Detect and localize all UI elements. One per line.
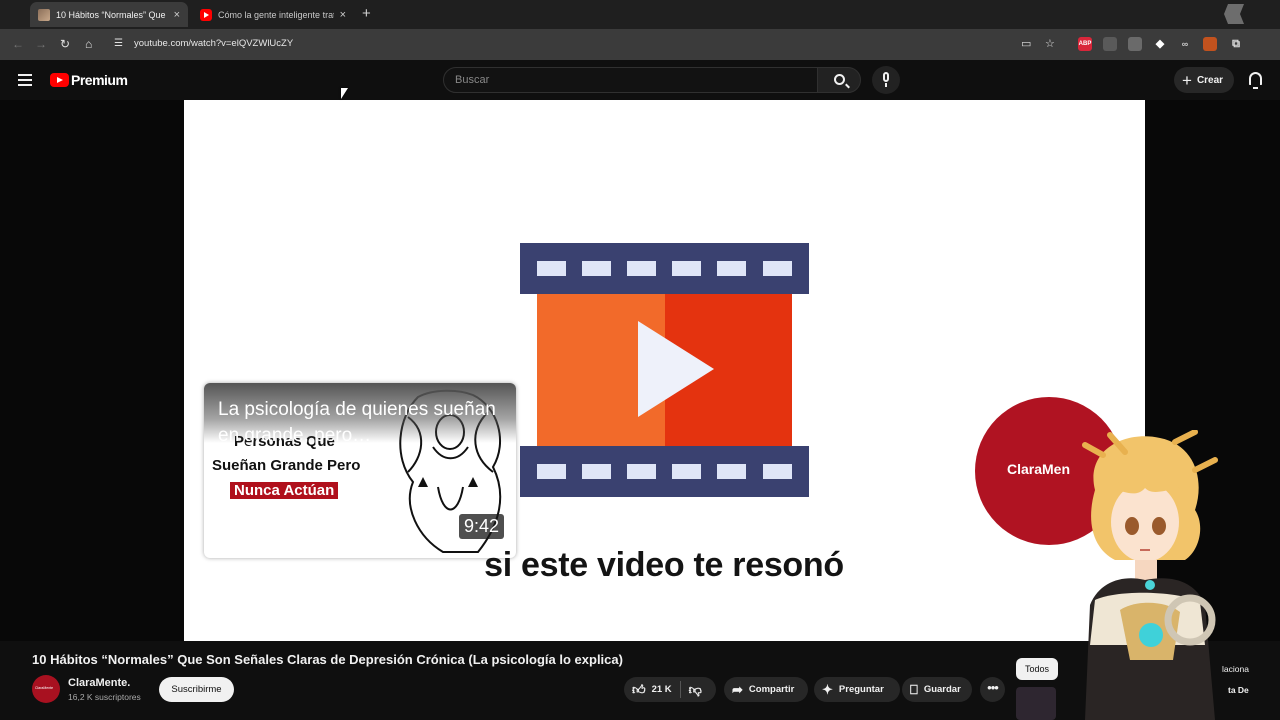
film-strip-top	[520, 243, 809, 294]
share-arrow-icon: ➦	[732, 682, 743, 697]
player-letterbox-left	[0, 100, 184, 641]
site-settings-icon[interactable]: ☰	[114, 37, 128, 51]
youtube-logo-icon[interactable]	[50, 73, 69, 87]
shield-extension-icon[interactable]	[1103, 37, 1117, 51]
tab-second[interactable]: Cómo la gente inteligente trata ×	[192, 2, 354, 27]
tab-strip: 10 Hábitos “Normales” Que Son × Cómo la …	[0, 0, 1280, 29]
mouse-cursor-icon	[341, 88, 348, 99]
sparkle-icon: ✦	[822, 682, 833, 697]
search-input[interactable]	[444, 68, 817, 92]
search-field[interactable]	[443, 67, 818, 93]
subscribe-button[interactable]: Suscribirme	[159, 677, 234, 702]
adblock-extension-icon[interactable]: ABP	[1078, 37, 1092, 51]
save-label: Guardar	[923, 684, 961, 695]
video-title: 10 Hábitos “Normales” Que Son Señales Cl…	[32, 652, 623, 667]
tab-favicon-icon	[38, 8, 50, 21]
voice-search-button[interactable]	[872, 66, 900, 94]
new-tab-button[interactable]: +	[362, 5, 371, 22]
fox-extension-icon[interactable]	[1203, 37, 1217, 51]
home-icon[interactable]: ⌂	[85, 37, 92, 51]
thumbs-down-icon[interactable]: 👎︎	[689, 683, 702, 696]
forward-arrow-icon[interactable]: →	[35, 37, 47, 51]
create-button[interactable]: + Crear	[1174, 67, 1234, 93]
channel-avatar[interactable]: ClaraMente	[32, 675, 60, 703]
share-label: Compartir	[748, 684, 795, 695]
glasses-extension-icon[interactable]: ∞	[1178, 37, 1192, 51]
browser-window: { "browser": { "tabs": [ { "title": "10 …	[0, 0, 1280, 720]
diamond-extension-icon[interactable]: ◆	[1153, 37, 1167, 51]
endscreen-video-title[interactable]: La psicología de quienes sueñan en grand…	[218, 397, 508, 447]
video-duration-badge: 9:42	[458, 514, 504, 539]
channel-avatar-text: ClaraMente	[35, 686, 54, 690]
ask-button[interactable]: ✦ Preguntar	[814, 677, 900, 702]
film-strip-bottom	[520, 446, 809, 497]
film-play-graphic	[520, 243, 809, 497]
create-label: Crear	[1196, 74, 1224, 86]
tab-title: Cómo la gente inteligente trata	[218, 9, 334, 20]
subscriber-count: 16,2 K suscriptores	[68, 692, 141, 702]
tab-active[interactable]: 10 Hábitos “Normales” Que Son ×	[30, 2, 188, 27]
like-count[interactable]: 21 K	[652, 684, 672, 695]
extensions-puzzle-icon[interactable]: ⧉	[1229, 37, 1243, 51]
like-dislike-group: 👍︎ 21 K 👎︎	[624, 677, 716, 702]
endscreen-video-card[interactable]: Personas Que Sueñan Grande Pero Nunca Ac…	[204, 383, 516, 558]
microphone-icon	[883, 72, 889, 82]
filter-chip-all[interactable]: Todos	[1016, 658, 1059, 680]
thumbs-up-icon[interactable]: 👍︎	[632, 683, 646, 696]
navigation-bar: ← → ↻ ⌂ ☰ youtube.com/watch?v=elQVZWlUcZ…	[0, 29, 1280, 60]
youtube-favicon-icon	[200, 8, 212, 21]
ask-label: Preguntar	[838, 684, 884, 695]
tab-title: 10 Hábitos “Normales” Que Son	[56, 9, 168, 20]
close-tab-icon[interactable]: ×	[174, 9, 180, 21]
youtube-masthead: Premium + Crear	[0, 60, 1280, 100]
search-button[interactable]	[817, 67, 861, 93]
search-icon	[834, 74, 845, 85]
bookmark-star-icon[interactable]: ☆	[1045, 37, 1055, 50]
back-arrow-icon[interactable]: ←	[12, 37, 24, 51]
menu-icon[interactable]	[18, 74, 32, 86]
channel-name[interactable]: ClaraMente.	[68, 677, 130, 689]
play-triangle-icon	[638, 321, 714, 417]
brand-label[interactable]: Premium	[71, 72, 128, 88]
video-player[interactable]: Personas Que Sueñan Grande Pero Nunca Ac…	[184, 100, 1145, 641]
video-caption-text: si este video te resonó	[484, 546, 844, 584]
anime-avatar-illustration	[1082, 430, 1218, 720]
bookmark-icon: ⎕	[910, 682, 918, 697]
url-text[interactable]: youtube.com/watch?v=elQVZWlUcZY	[134, 38, 293, 49]
share-button[interactable]: ➦ Compartir	[724, 677, 808, 702]
notifications-bell-icon[interactable]	[1249, 72, 1262, 89]
reload-icon[interactable]: ↻	[60, 37, 70, 51]
cast-icon[interactable]: ▭	[1021, 37, 1031, 50]
plus-icon: +	[1182, 70, 1192, 90]
save-button[interactable]: ⎕ Guardar	[902, 677, 972, 702]
address-bar[interactable]: ☰ youtube.com/watch?v=elQVZWlUcZY ▭ ☆	[108, 33, 1068, 55]
recommended-thumbnail[interactable]	[1016, 687, 1056, 720]
more-actions-button[interactable]: •••	[980, 677, 1005, 702]
browser-profile-icon[interactable]	[1224, 4, 1244, 24]
close-tab-icon[interactable]: ×	[340, 9, 346, 21]
thumbnail-text-line2: Sueñan Grande Pero	[212, 457, 361, 474]
edit-extension-icon[interactable]	[1128, 37, 1142, 51]
thumbnail-text-line3: Nunca Actúan	[230, 482, 339, 499]
